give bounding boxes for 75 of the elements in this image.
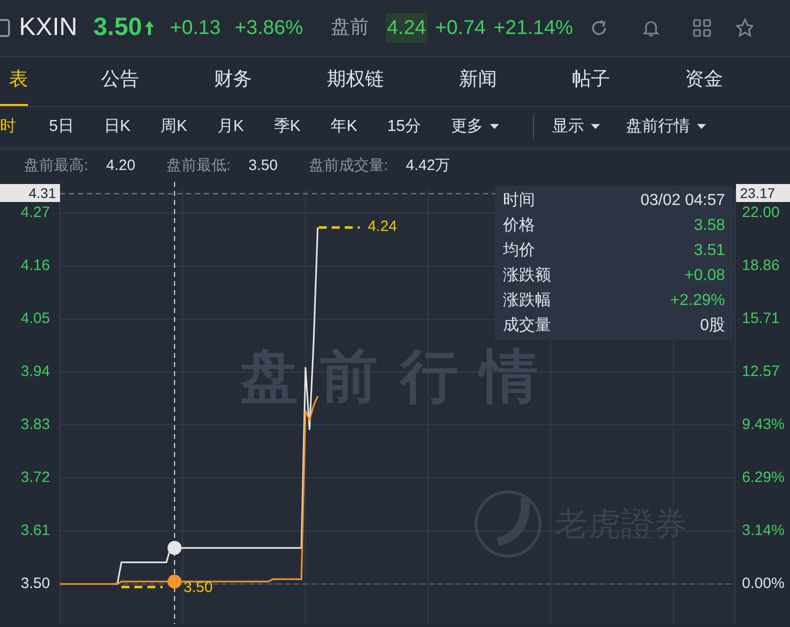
tab[interactable]: 新闻 — [445, 57, 511, 106]
axis-label: 9.43% — [742, 416, 785, 434]
price-dot — [168, 540, 182, 555]
tooltip-value: +2.29% — [670, 291, 725, 311]
tooltip-value: 3.58 — [694, 216, 725, 236]
star-icon[interactable] — [735, 18, 754, 38]
axis-label: 4.27 — [20, 204, 50, 222]
tab[interactable]: 期权链 — [313, 57, 398, 106]
stat-value: 4.42万 — [406, 156, 450, 176]
average-dot — [168, 574, 182, 589]
tooltip-label: 成交量 — [503, 316, 551, 336]
axis-label: 3.83 — [20, 416, 50, 434]
stat-value: 4.20 — [106, 156, 136, 176]
grid-icon[interactable] — [692, 18, 712, 38]
axis-label: 3.50 — [20, 575, 50, 593]
stat-value: 3.50 — [248, 156, 278, 176]
tooltip-value: +0.08 — [684, 266, 725, 286]
tooltip-label: 涨跌幅 — [503, 291, 551, 311]
price-change-percent: +3.86% — [234, 16, 304, 41]
stock-price: 3.50 — [93, 12, 142, 44]
axis-label: 3.72 — [20, 469, 50, 487]
tab[interactable]: 表 — [0, 57, 28, 106]
session-label: 盘前 — [331, 16, 370, 40]
stat-label: 盘前成交量: — [308, 156, 388, 176]
dropdown-button[interactable]: 盘前行情 — [626, 115, 706, 139]
stat-label: 盘前最低: — [166, 156, 231, 176]
tooltip-value: 0股 — [700, 316, 725, 336]
axis-label: 23.17 — [736, 184, 790, 202]
caret-icon — [697, 124, 706, 130]
dropdown-button[interactable]: 显示 — [552, 115, 600, 139]
axis-label: 4.05 — [20, 310, 50, 328]
axis-label: 15.71 — [742, 310, 780, 328]
checkbox-icon[interactable] — [0, 19, 10, 37]
period-button[interactable]: 季K — [274, 115, 301, 139]
bell-icon[interactable] — [641, 18, 662, 38]
axis-label: 0.00% — [742, 575, 785, 593]
up-arrow-icon — [144, 20, 156, 36]
high-marker-line — [318, 226, 360, 229]
axis-label: 3.61 — [20, 522, 50, 540]
axis-label: 18.86 — [742, 257, 780, 275]
tooltip-label: 涨跌额 — [503, 266, 551, 286]
tooltip-value: 03/02 04:57 — [640, 191, 725, 211]
period-button[interactable]: 5日 — [49, 115, 74, 139]
tooltip-label: 价格 — [503, 216, 535, 236]
period-button[interactable]: 日K — [104, 115, 131, 139]
caret-icon — [591, 124, 600, 130]
tab[interactable]: 帖子 — [558, 57, 624, 106]
dropdown-button[interactable]: 更多 — [451, 115, 500, 139]
period-button[interactable]: 月K — [217, 115, 244, 139]
stock-symbol: KXIN — [19, 12, 78, 44]
low-marker-line — [121, 586, 163, 588]
tooltip-label: 均价 — [503, 241, 535, 261]
tab[interactable]: 财务 — [200, 57, 266, 106]
axis-label: 4.16 — [20, 257, 50, 275]
premarket-price: 4.24 — [386, 13, 427, 43]
tooltip-label: 时间 — [503, 190, 535, 211]
premarket-change: +0.74 — [434, 16, 486, 41]
axis-label: 4.31 — [0, 184, 60, 202]
axis-label: 3.14% — [742, 522, 785, 540]
premarket-change-percent: +21.14% — [494, 16, 574, 41]
period-button[interactable]: 年K — [330, 115, 358, 139]
price-marker-label: 4.24 — [368, 218, 397, 236]
axis-label: 3.94 — [20, 363, 50, 381]
price-change: +0.13 — [170, 16, 221, 41]
tooltip-value: 3.51 — [694, 241, 725, 261]
period-button[interactable]: 时 — [0, 115, 16, 139]
tab[interactable]: 资金 — [671, 57, 737, 106]
axis-label: 12.57 — [742, 363, 780, 381]
stat-label: 盘前最高: — [24, 156, 88, 176]
axis-label: 22.00 — [742, 204, 780, 222]
tab[interactable]: 公告 — [87, 57, 153, 106]
axis-label: 6.29% — [742, 469, 785, 487]
period-button[interactable]: 15分 — [387, 115, 422, 139]
price-marker-label: 3.50 — [184, 579, 213, 597]
period-button[interactable]: 周K — [160, 115, 188, 139]
